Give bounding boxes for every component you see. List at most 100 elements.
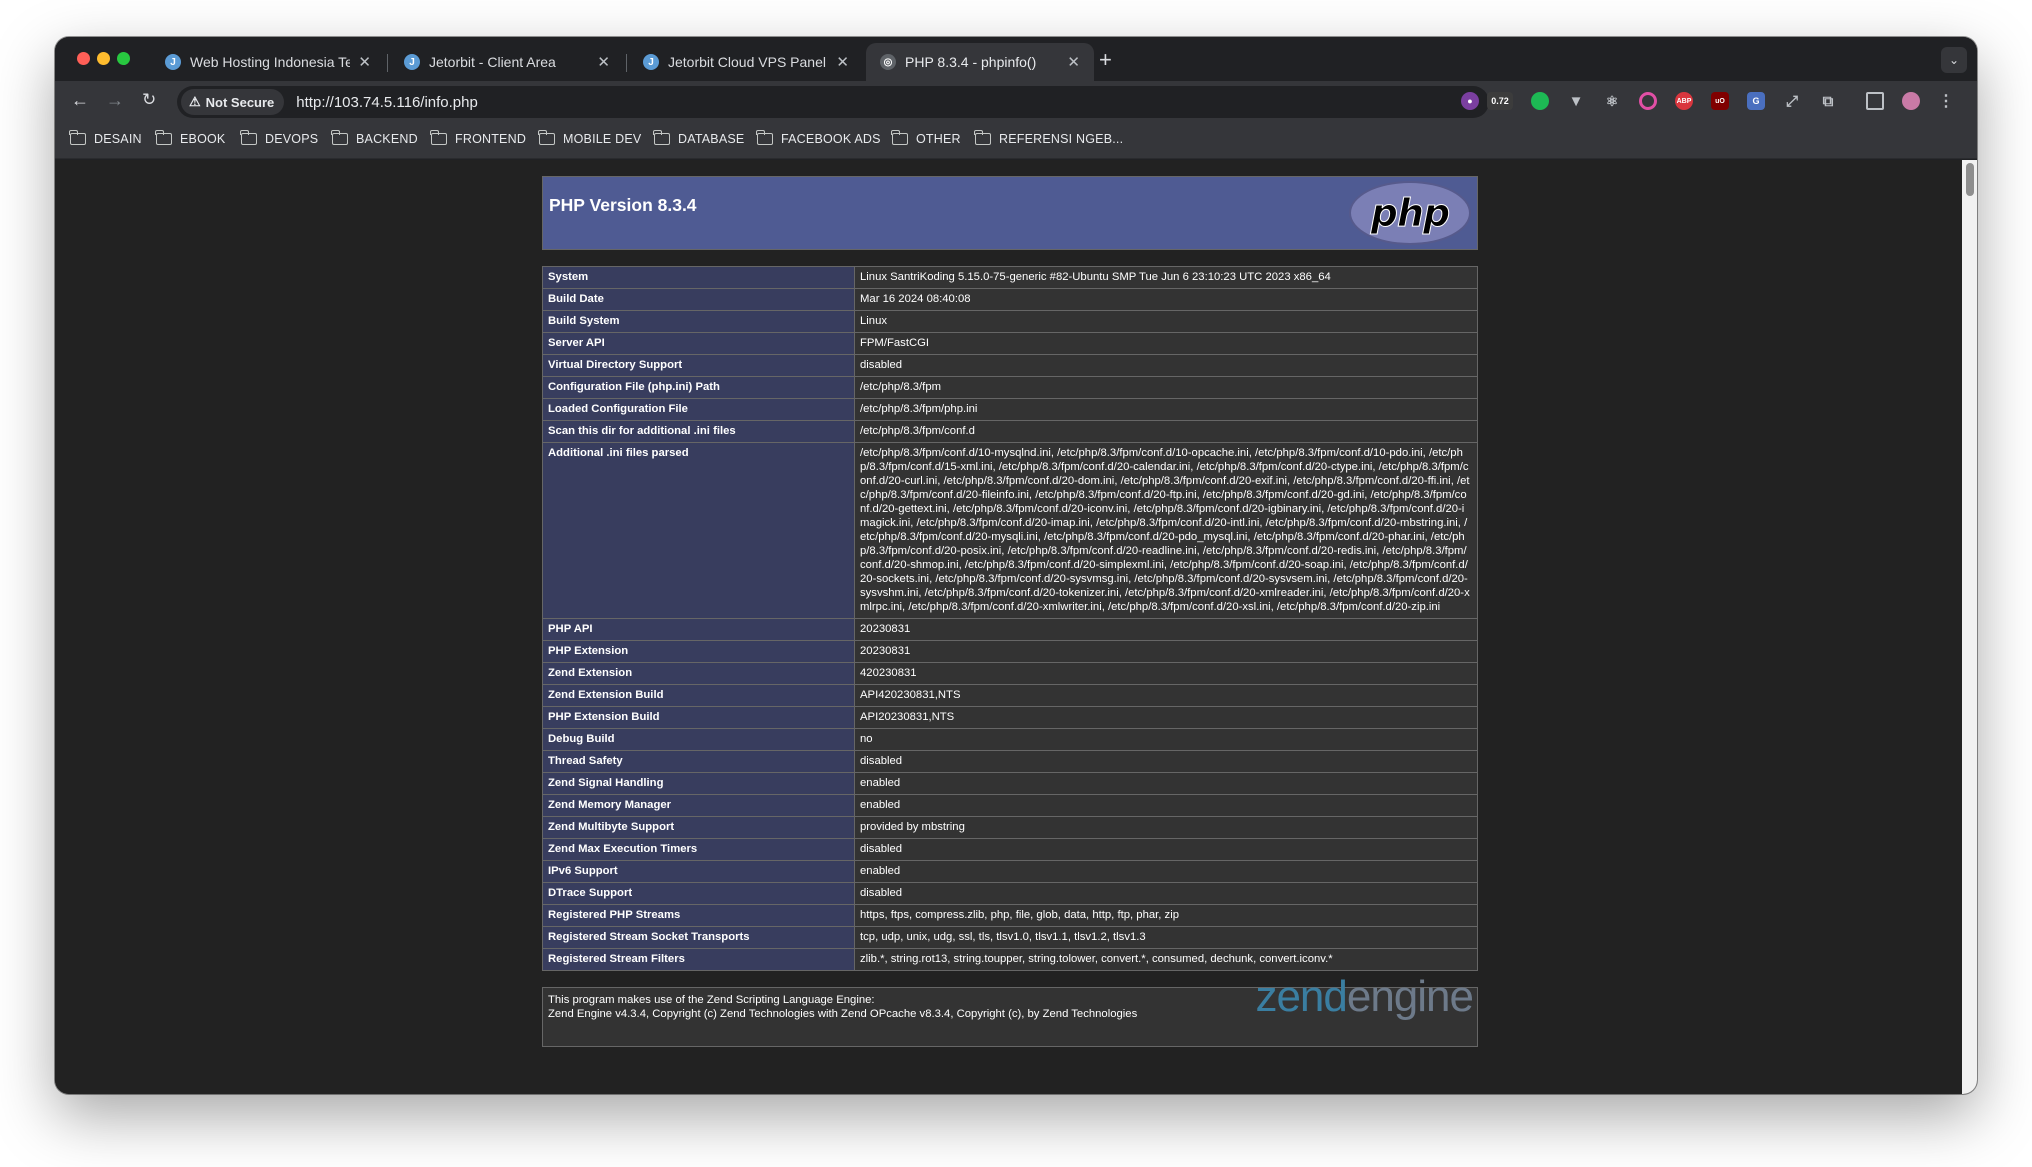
row-key: Configuration File (php.ini) Path xyxy=(542,376,855,399)
new-tab-button[interactable]: + xyxy=(1099,47,1112,73)
bookmark-folder[interactable]: FRONTEND xyxy=(430,130,527,146)
row-key: System xyxy=(542,266,855,289)
ublock-icon[interactable]: uO xyxy=(1711,92,1729,110)
bookmark-folder[interactable]: MOBILE DEV xyxy=(538,130,642,146)
table-row: Loaded Configuration File/etc/php/8.3/fp… xyxy=(542,398,1478,421)
reload-icon[interactable]: ↻ xyxy=(142,90,156,110)
security-chip[interactable]: ⚠ Not Secure xyxy=(181,89,285,115)
tab-phpinfo[interactable]: ◎ PHP 8.3.4 - phpinfo() ✕ xyxy=(866,43,1094,81)
row-key: Zend Signal Handling xyxy=(542,772,855,795)
table-row: PHP Extension 20230831 xyxy=(542,640,1478,663)
bookmark-folder[interactable]: REFERENSI NGEB... xyxy=(974,130,1123,146)
bookmark-label: DATABASE xyxy=(678,132,745,146)
translate-icon[interactable]: G xyxy=(1747,92,1765,110)
bookmark-label: FRONTEND xyxy=(455,132,527,146)
row-key: Server API xyxy=(542,332,855,355)
vue-devtools-icon[interactable]: ▼ xyxy=(1567,92,1585,110)
tab-strip: J Web Hosting Indonesia Terbaik ✕ J Jeto… xyxy=(55,37,1977,81)
phpinfo-table: System Linux SantriKoding 5.15.0-75-gener… xyxy=(542,266,1478,971)
row-key: Zend Extension Build xyxy=(542,684,855,707)
table-row: IPv6 Support enabled xyxy=(542,860,1478,883)
toolbar: ← → ↻ ⚠ Not Secure http://103.74.5.116/i… xyxy=(55,81,1977,123)
address-bar[interactable]: ⚠ Not Secure http://103.74.5.116/info.ph… xyxy=(177,86,1489,118)
tab-web-hosting[interactable]: J Web Hosting Indonesia Terbaik ✕ xyxy=(151,43,385,81)
extension-icon[interactable]: ● xyxy=(1461,92,1479,110)
table-row: Registered Stream Filters zlib.*, string.… xyxy=(542,948,1478,971)
zend-engine-logo-icon[interactable]: zendengine xyxy=(1255,975,1474,1019)
bookmark-folder[interactable]: OTHER xyxy=(891,130,961,146)
folder-icon xyxy=(891,130,908,145)
row-value: https, ftps, compress.zlib, php, file, g… xyxy=(854,904,1478,927)
row-key: Zend Extension xyxy=(542,662,855,685)
side-panel-icon[interactable] xyxy=(1866,92,1884,110)
row-key: IPv6 Support xyxy=(542,860,855,883)
avatar[interactable] xyxy=(1902,92,1920,110)
row-value: disabled xyxy=(854,750,1478,773)
zend-footer: This program makes use of the Zend Scrip… xyxy=(542,975,1478,1047)
folder-icon xyxy=(653,130,670,145)
zend-footer-line: Zend Engine v4.3.4, Copyright (c) Zend T… xyxy=(548,1008,1138,1020)
extension-badge[interactable]: 0.72 xyxy=(1487,92,1513,110)
close-tab-icon[interactable]: ✕ xyxy=(1067,53,1080,71)
bookmark-label: MOBILE DEV xyxy=(563,132,642,146)
resize-icon[interactable]: ⤢ xyxy=(1783,92,1801,110)
tab-title: Jetorbit - Client Area xyxy=(429,54,556,70)
php-logo-icon[interactable]: php xyxy=(1349,181,1471,245)
row-key: Registered Stream Filters xyxy=(542,948,855,971)
table-row: PHP API 20230831 xyxy=(542,618,1478,641)
row-key: DTrace Support xyxy=(542,882,855,905)
bookmark-folder[interactable]: EBOOK xyxy=(155,130,226,146)
page-scrollbar[interactable] xyxy=(1962,160,1977,1094)
back-icon[interactable]: ← xyxy=(71,90,89,111)
table-row: Registered PHP Streams https, ftps, compr… xyxy=(542,904,1478,927)
folder-icon xyxy=(240,130,257,145)
tab-client-area[interactable]: J Jetorbit - Client Area ✕ xyxy=(390,43,624,81)
bookmark-folder[interactable]: DESAIN xyxy=(69,130,142,146)
bookmark-folder[interactable]: BACKEND xyxy=(331,130,418,146)
close-tab-icon[interactable]: ✕ xyxy=(358,53,371,71)
table-row: Zend Extension Build API420230831,NTS xyxy=(542,684,1478,707)
close-tab-icon[interactable]: ✕ xyxy=(836,53,849,71)
folder-icon xyxy=(69,130,86,145)
close-tab-icon[interactable]: ✕ xyxy=(597,53,610,71)
row-value: disabled xyxy=(854,838,1478,861)
row-key: Loaded Configuration File xyxy=(542,398,855,421)
scrollbar-thumb[interactable] xyxy=(1966,163,1974,196)
table-row: Zend Signal Handling enabled xyxy=(542,772,1478,795)
row-value: Mar 16 2024 08:40:08 xyxy=(854,288,1478,311)
bookmark-label: EBOOK xyxy=(180,132,226,146)
forward-icon[interactable]: → xyxy=(106,90,124,111)
phpinfo-container: PHP Version 8.3.4 php System Linux Santri… xyxy=(542,176,1478,1047)
colorzilla-icon[interactable] xyxy=(1639,92,1657,110)
bookmark-label: DEVOPS xyxy=(265,132,319,146)
row-value: Linux SantriKoding 5.15.0-75-generic #82… xyxy=(854,266,1478,289)
row-key: Build Date xyxy=(542,288,855,311)
table-row: Registered Stream Socket Transports tcp, … xyxy=(542,926,1478,949)
row-value: 20230831 xyxy=(854,618,1478,641)
phpinfo-header: PHP Version 8.3.4 php xyxy=(542,176,1478,250)
bookmark-folder[interactable]: DATABASE xyxy=(653,130,745,146)
bookmark-folder[interactable]: DEVOPS xyxy=(240,130,319,146)
folder-icon xyxy=(430,130,447,145)
row-value: enabled xyxy=(854,794,1478,817)
url-text[interactable]: http://103.74.5.116/info.php xyxy=(296,94,478,111)
tab-cloud-vps[interactable]: J Jetorbit Cloud VPS Panel ✕ xyxy=(629,43,863,81)
puzzle-extensions-icon[interactable]: ⧉ xyxy=(1819,92,1837,110)
row-value: 420230831 xyxy=(854,662,1478,685)
minimize-window-button[interactable] xyxy=(97,52,110,65)
bookmark-folder[interactable]: FACEBOOK ADS xyxy=(756,130,881,146)
adblock-icon[interactable]: ABP xyxy=(1675,92,1693,110)
close-window-button[interactable] xyxy=(77,52,90,65)
menu-kebab-icon[interactable]: ⋮ xyxy=(1937,92,1955,110)
row-value: no xyxy=(854,728,1478,751)
green-dot-extension-icon[interactable] xyxy=(1531,92,1549,110)
zoom-window-button[interactable] xyxy=(117,52,130,65)
globe-favicon-icon: ◎ xyxy=(880,54,896,70)
react-devtools-icon[interactable]: ⚛ xyxy=(1603,92,1621,110)
table-row: Zend Multibyte Support provided by mbstri… xyxy=(542,816,1478,839)
table-row: DTrace Support disabled xyxy=(542,882,1478,905)
tab-search-button[interactable]: ⌄ xyxy=(1941,47,1967,73)
row-key: Scan this dir for additional .ini files xyxy=(542,420,855,443)
bookmark-label: DESAIN xyxy=(94,132,142,146)
warning-icon: ⚠ xyxy=(189,94,201,109)
